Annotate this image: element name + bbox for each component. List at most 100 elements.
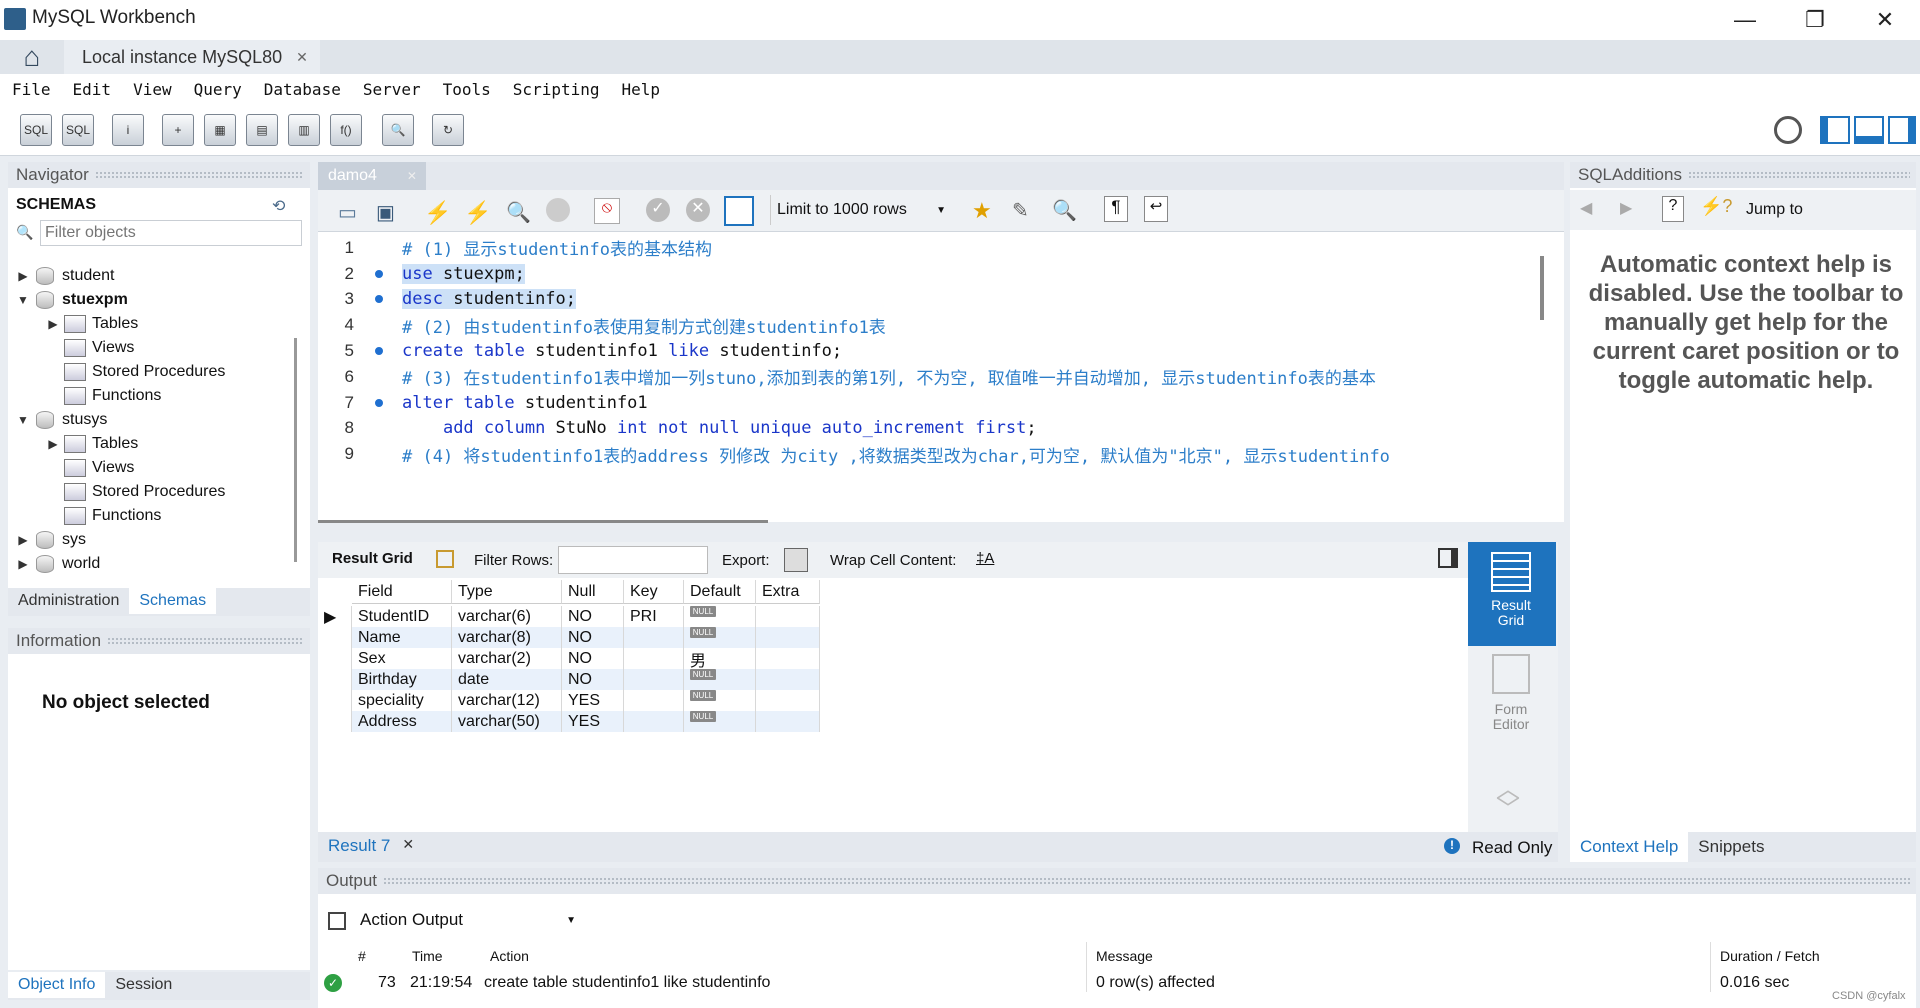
forward-icon[interactable]: ▶	[1620, 198, 1632, 218]
inspector-icon[interactable]: i	[112, 114, 144, 146]
copy-output-icon[interactable]	[328, 912, 346, 930]
grid-header-cell[interactable]: Key	[624, 580, 684, 604]
grid-view-icon[interactable]	[436, 550, 454, 568]
grid-cell[interactable]	[756, 606, 820, 627]
schema-tree-item[interactable]: ▶ student	[16, 264, 114, 288]
schema-folder-item[interactable]: Functions	[46, 384, 161, 408]
menu-server[interactable]: Server	[363, 80, 421, 99]
execute-icon[interactable]: ⚡	[424, 200, 451, 226]
grid-cell[interactable]: Birthday	[352, 669, 452, 690]
grid-cell[interactable]: date	[452, 669, 562, 690]
reconnect-icon[interactable]: ↻	[432, 114, 464, 146]
grid-cell[interactable]: NULL	[684, 690, 756, 711]
result-grid-side-button[interactable]: Result Grid	[1468, 552, 1554, 628]
grid-header-cell[interactable]: Field	[352, 580, 452, 604]
row-indicator[interactable]	[318, 627, 352, 648]
create-schema-icon[interactable]: +	[162, 114, 194, 146]
create-table-icon[interactable]: ▦	[204, 114, 236, 146]
grid-cell[interactable]: varchar(50)	[452, 711, 562, 732]
grid-cell[interactable]: NO	[562, 669, 624, 690]
menu-tools[interactable]: Tools	[443, 80, 491, 99]
grid-cell[interactable]: YES	[562, 711, 624, 732]
auto-help-icon[interactable]: ⚡?	[1700, 196, 1732, 217]
row-indicator[interactable]	[318, 711, 352, 732]
save-icon[interactable]: ▣	[376, 200, 395, 225]
filter-rows-input[interactable]	[558, 546, 708, 574]
schema-folder-item[interactable]: ▶ Tables	[46, 312, 138, 336]
commit-icon[interactable]: ✓	[646, 198, 670, 222]
code-line[interactable]: 9 # (4) 将studentinfo1表的address 列修改 为city …	[318, 438, 1390, 470]
grid-cell[interactable]: PRI	[624, 606, 684, 627]
tab-context-help[interactable]: Context Help	[1570, 832, 1689, 862]
wrap-lines-icon[interactable]: ↩	[1144, 196, 1168, 222]
expand-right-icon[interactable]: ▶	[46, 317, 60, 331]
close-result-tab-icon[interactable]: ✕	[402, 836, 414, 856]
grid-cell[interactable]: NULL	[684, 711, 756, 732]
home-icon[interactable]: ⌂	[0, 40, 64, 74]
grid-cell[interactable]	[624, 648, 684, 669]
explain-icon[interactable]: 🔍	[506, 200, 531, 225]
grid-cell[interactable]	[624, 669, 684, 690]
tab-damo4[interactable]: damo4 ✕	[318, 162, 426, 190]
grid-cell[interactable]: varchar(8)	[452, 627, 562, 648]
preferences-gear-icon[interactable]	[1774, 116, 1802, 144]
menu-edit[interactable]: Edit	[73, 80, 112, 99]
menu-view[interactable]: View	[133, 80, 172, 99]
row-indicator[interactable]	[318, 669, 352, 690]
grid-header-cell[interactable]: Type	[452, 580, 562, 604]
tree-scrollbar[interactable]	[294, 338, 297, 562]
row-indicator[interactable]	[318, 648, 352, 669]
search-table-data-icon[interactable]: 🔍	[382, 114, 414, 146]
menu-help[interactable]: Help	[622, 80, 661, 99]
toggle-output-icon[interactable]	[1854, 116, 1884, 144]
row-indicator[interactable]: ▶	[318, 606, 352, 627]
expand-down-icon[interactable]: ▼	[16, 293, 30, 307]
menu-scripting[interactable]: Scripting	[513, 80, 600, 99]
grid-cell[interactable]: NULL	[684, 669, 756, 690]
grid-cell[interactable]	[756, 627, 820, 648]
menu-query[interactable]: Query	[194, 80, 242, 99]
manual-help-icon[interactable]: ?	[1662, 196, 1684, 222]
grid-cell[interactable]	[624, 627, 684, 648]
grid-cell[interactable]	[756, 690, 820, 711]
stop-icon[interactable]	[546, 198, 570, 222]
grid-cell[interactable]	[756, 669, 820, 690]
scroll-updown-icon[interactable]: ︿ ﹀	[1496, 778, 1520, 822]
sql-editor[interactable]: 1 # (1) 显示studentinfo表的基本结构 2 use stuexpm; …	[318, 232, 1564, 523]
expand-right-icon[interactable]: ▶	[16, 269, 30, 283]
grid-cell[interactable]: Sex	[352, 648, 452, 669]
close-editor-tab-icon[interactable]: ✕	[407, 169, 417, 183]
autocommit-toggle-icon[interactable]	[724, 196, 754, 226]
schema-folder-item[interactable]: Stored Procedures	[46, 480, 225, 504]
find-icon[interactable]: 🔍	[1052, 198, 1077, 223]
toggle-sidebar-icon[interactable]	[1820, 116, 1850, 144]
tab-result-7[interactable]: Result 7 ✕	[328, 836, 414, 856]
schema-folder-item[interactable]: Views	[46, 456, 134, 480]
filter-objects-input[interactable]	[40, 220, 302, 246]
invisible-chars-icon[interactable]: ¶	[1104, 196, 1128, 222]
schema-tree-item[interactable]: ▶ sys	[16, 528, 86, 552]
grid-cell[interactable]: varchar(2)	[452, 648, 562, 669]
add-snippet-star-icon[interactable]: ★	[972, 198, 992, 224]
schema-tree-item[interactable]: ▼ stusys	[16, 408, 107, 432]
refresh-schemas-icon[interactable]: ⟲	[272, 196, 285, 216]
back-icon[interactable]: ◀	[1580, 198, 1592, 218]
grid-cell[interactable]: speciality	[352, 690, 452, 711]
grid-cell[interactable]: StudentID	[352, 606, 452, 627]
export-icon[interactable]	[784, 548, 808, 572]
toggle-secondary-sidebar-icon[interactable]	[1888, 116, 1916, 144]
schema-folder-item[interactable]: Views	[46, 336, 134, 360]
expand-right-icon[interactable]: ▶	[16, 557, 30, 571]
menu-database[interactable]: Database	[264, 80, 341, 99]
grid-cell[interactable]: NO	[562, 627, 624, 648]
jump-to-label[interactable]: Jump to	[1746, 201, 1803, 219]
close-tab-icon[interactable]: ✕	[296, 49, 308, 66]
grid-cell[interactable]: NULL	[684, 606, 756, 627]
minimize-button[interactable]: —	[1710, 0, 1780, 40]
tab-schemas[interactable]: Schemas	[129, 588, 217, 614]
schema-tree-item[interactable]: ▼ stuexpm	[16, 288, 128, 312]
grid-cell[interactable]: Address	[352, 711, 452, 732]
grid-cell[interactable]: NULL	[684, 627, 756, 648]
open-sql-script-icon[interactable]: SQL	[62, 114, 94, 146]
limit-rows-select[interactable]: Limit to 1000 rows ▼	[770, 195, 952, 225]
